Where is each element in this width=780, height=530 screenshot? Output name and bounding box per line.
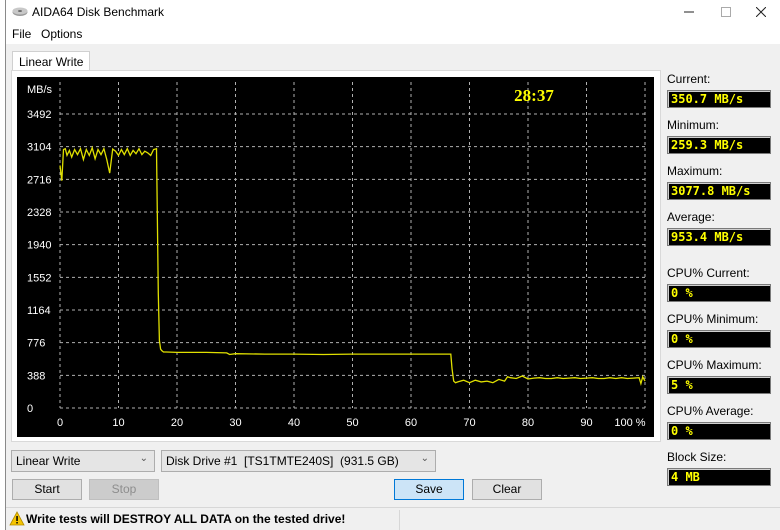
minimum-value: 259.3 MB/s (667, 136, 771, 154)
aida64-disk-benchmark-window: AIDA64 Disk Benchmark File Options Linea… (5, 0, 780, 530)
maximize-icon (721, 7, 731, 17)
cpu-maximum-label: CPU% Maximum: (667, 358, 762, 372)
block-size-label: Block Size: (667, 450, 727, 464)
cpu-current-label: CPU% Current: (667, 266, 750, 280)
block-size-value: 4 MB (667, 468, 771, 486)
x-tick-label: 90 (580, 417, 592, 429)
average-label: Average: (667, 210, 715, 224)
current-value: 350.7 MB/s (667, 90, 771, 108)
minimize-icon (684, 11, 694, 13)
cpu-minimum-value: 0 % (667, 330, 771, 348)
y-axis-label: MB/s (27, 84, 53, 96)
x-tick-label: 70 (463, 417, 475, 429)
close-icon (756, 7, 766, 17)
cpu-average-label: CPU% Average: (667, 404, 754, 418)
x-tick-label: 0 (57, 417, 63, 429)
x-tick-label: 40 (288, 417, 300, 429)
chevron-down-icon: ⌄ (420, 453, 429, 464)
average-value: 953.4 MB/s (667, 228, 771, 246)
clear-button[interactable]: Clear (472, 479, 542, 500)
x-tick-label: 80 (522, 417, 534, 429)
y-tick-label: 1164 (27, 305, 51, 317)
test-type-select-value: Linear Write (16, 454, 81, 468)
maximum-label: Maximum: (667, 164, 723, 178)
title-bar[interactable]: AIDA64 Disk Benchmark (6, 0, 780, 24)
menu-options[interactable]: Options (41, 27, 82, 41)
x-tick-label: 60 (405, 417, 417, 429)
y-tick-label: 1552 (27, 272, 51, 284)
maximum-value: 3077.8 MB/s (667, 182, 771, 200)
x-tick-label: 20 (171, 417, 183, 429)
y-tick-label: 388 (27, 370, 45, 382)
x-tick-label: 30 (229, 417, 241, 429)
y-tick-label: 2716 (27, 174, 51, 186)
chevron-down-icon: ⌄ (139, 453, 148, 464)
start-button[interactable]: Start (12, 479, 82, 500)
y-tick-label: 1940 (27, 240, 51, 252)
y-tick-label: 3492 (27, 109, 51, 121)
minimum-label: Minimum: (667, 118, 720, 132)
cpu-maximum-value: 5 % (667, 376, 771, 394)
menu-file[interactable]: File (12, 27, 31, 41)
close-button[interactable] (738, 0, 780, 24)
cpu-average-value: 0 % (667, 422, 771, 440)
x-tick-label: 50 (346, 417, 358, 429)
save-button[interactable]: Save (394, 479, 464, 500)
stop-button[interactable]: Stop (89, 479, 159, 500)
y-tick-label: 3104 (27, 142, 51, 154)
tab-strip: Linear Write (6, 44, 666, 71)
warning-icon (9, 511, 25, 526)
drive-select-value: Disk Drive #1 [TS1TMTE240S] (931.5 GB) (166, 454, 399, 468)
warning-text: Write tests will DESTROY ALL DATA on the… (26, 512, 346, 526)
x-tick-label: 10 (112, 417, 124, 429)
cpu-minimum-label: CPU% Minimum: (667, 312, 759, 326)
test-type-select[interactable]: Linear Write ⌄ (11, 450, 155, 472)
y-tick-label: 0 (27, 403, 33, 415)
elapsed-timer: 28:37 (514, 86, 554, 105)
tab-linear-write[interactable]: Linear Write (12, 51, 91, 71)
chart-svg: 0 388 776 1164 1552 1940 2328 2716 3104 3492 MB/s 0… (27, 82, 646, 429)
benchmark-chart: 0 388 776 1164 1552 1940 2328 2716 3104 3492 MB/s 0… (17, 77, 654, 437)
x-tick-label: 100 % (614, 417, 645, 429)
y-tick-label: 776 (27, 338, 45, 350)
menu-bar: File Options (6, 24, 780, 44)
current-label: Current: (667, 72, 711, 86)
status-bar: Write tests will DESTROY ALL DATA on the… (6, 507, 780, 530)
cpu-current-value: 0 % (667, 284, 771, 302)
status-separator (399, 510, 400, 530)
window-title: AIDA64 Disk Benchmark (32, 5, 165, 19)
disk-drive-icon (12, 7, 28, 16)
y-tick-label: 2328 (27, 207, 51, 219)
drive-select[interactable]: Disk Drive #1 [TS1TMTE240S] (931.5 GB) ⌄ (161, 450, 436, 472)
